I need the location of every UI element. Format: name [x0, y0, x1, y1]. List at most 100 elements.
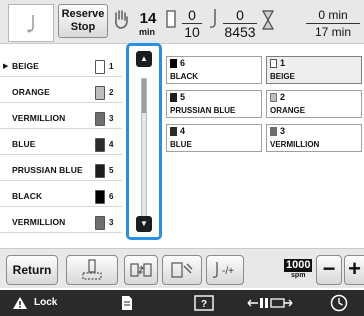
thread-color-chip [270, 59, 277, 68]
thread-cell-name: BEIGE [270, 72, 295, 81]
thread-cell-name: BLUE [170, 140, 192, 149]
footer-bar: Lock ? [0, 290, 364, 316]
thread-spool-icon [95, 216, 105, 230]
scroll-thumb[interactable] [142, 79, 146, 113]
time-to-stop-unit: min [139, 27, 156, 37]
bottom-toolbar: Return -/+ 1000 spm − + [0, 248, 364, 288]
list-item[interactable]: VERMILLION 3 [0, 212, 122, 233]
hand-stop-icon [115, 10, 128, 29]
thread-name: BEIGE [12, 61, 39, 71]
thread-cell[interactable]: 6 BLACK [166, 56, 262, 84]
thread-cell-selected[interactable]: 1 BEIGE [266, 56, 362, 84]
thread-name: VERMILLION [12, 113, 66, 123]
thread-number: 3 [109, 218, 114, 227]
list-item[interactable]: PRUSSIAN BLUE 5 [0, 160, 122, 181]
thread-cell-name: PRUSSIAN BLUE [170, 106, 236, 115]
thread-number: 2 [109, 88, 114, 97]
thread-name: BLACK [12, 191, 43, 201]
thread-number: 1 [109, 62, 114, 71]
thread-spool-icon [95, 190, 105, 204]
thread-cell[interactable]: 5 PRUSSIAN BLUE [166, 90, 262, 118]
list-item[interactable]: BLUE 4 [0, 134, 122, 155]
sewing-time-current: 0 min [306, 8, 360, 24]
thread-spool-icon [95, 164, 105, 178]
trial-button[interactable] [66, 255, 118, 285]
thread-cell[interactable]: 4 BLUE [166, 124, 262, 152]
scroll-track[interactable] [141, 78, 147, 218]
thread-cell-number: 1 [280, 58, 286, 68]
needle-position-display [8, 4, 54, 42]
color-sort-icon [130, 263, 152, 277]
thread-name: BLUE [12, 139, 36, 149]
needle-plus-minus-icon: -/+ [212, 262, 234, 278]
status-bar: Reserve Stop 14 min 0 10 0 8453 0 min 17… [0, 0, 364, 44]
thread-number: 6 [109, 192, 114, 201]
clock-icon[interactable] [330, 294, 348, 312]
thread-cell[interactable]: 2 ORANGE [266, 90, 362, 118]
thread-color-chip [170, 59, 177, 68]
speed-decrease-button[interactable]: − [316, 255, 342, 285]
thread-color-chip [170, 127, 177, 136]
time-to-stop-value: 14 [139, 10, 157, 27]
thread-number: 4 [109, 140, 114, 149]
thread-number: 3 [109, 114, 114, 123]
needle-adjust-button[interactable]: -/+ [206, 255, 244, 285]
svg-text:-/+: -/+ [222, 266, 234, 277]
list-item[interactable]: ORANGE 2 [0, 82, 122, 103]
thread-spool-icon [95, 112, 105, 126]
current-thread-marker: ▶ [3, 63, 9, 70]
thread-cell-number: 6 [180, 58, 186, 68]
thread-change-button[interactable] [162, 255, 202, 285]
stitch-progress: 0 8453 [223, 8, 257, 39]
stitch-progress-total: 8453 [224, 24, 256, 40]
lock-label: Lock [34, 297, 58, 308]
thread-color-chip [170, 93, 177, 102]
speed-unit: spm [291, 272, 306, 279]
thread-spool-icon [166, 10, 176, 28]
thread-color-list[interactable]: ▶ BEIGE 1 ORANGE 2 VERMILLION 3 BLUE 4 P… [0, 56, 122, 238]
color-sort-button[interactable] [124, 255, 158, 285]
sewing-time-progress: 0 min 17 min [306, 8, 360, 39]
thread-change-icon [171, 262, 193, 278]
thread-cell-number: 3 [280, 126, 286, 136]
thread-number: 5 [109, 166, 114, 175]
reserve-stop-button[interactable]: Reserve Stop [58, 4, 108, 38]
hourglass-icon [262, 10, 274, 30]
embroidery-frame-move-icon[interactable] [246, 295, 294, 311]
sewing-time-total: 17 min [314, 25, 352, 39]
thread-cell-name: ORANGE [270, 106, 306, 115]
thread-sequence-grid: 6 BLACK 1 BEIGE 5 PRUSSIAN BLUE 2 ORANGE… [166, 56, 364, 236]
lock-button[interactable]: Lock [0, 290, 74, 316]
speed-value: 1000 [284, 259, 313, 272]
document-icon[interactable] [120, 295, 134, 311]
reserve-stop-label-line2: Stop [70, 21, 96, 33]
thread-cell-name: BLACK [170, 72, 198, 81]
thread-spool-icon [95, 60, 105, 74]
thread-cell[interactable]: 3 VERMILLION [266, 124, 362, 152]
thread-cell-number: 2 [280, 92, 286, 102]
list-item[interactable]: ▶ BEIGE 1 [0, 56, 122, 77]
sewing-speed-display: 1000 spm [284, 259, 313, 279]
stitch-count-icon [209, 9, 216, 28]
thread-color-chip [270, 93, 277, 102]
thread-spool-icon [95, 138, 105, 152]
thread-name: ORANGE [12, 87, 50, 97]
thread-cell-name: VERMILLION [270, 140, 320, 149]
stitch-progress-current: 0 [223, 8, 257, 24]
thread-list-scrollbar[interactable]: ▲ ▼ [126, 43, 162, 240]
thread-spool-icon [95, 86, 105, 100]
thread-name: PRUSSIAN BLUE [12, 165, 83, 175]
needle-icon [27, 15, 34, 33]
speed-increase-button[interactable]: + [344, 255, 364, 285]
scroll-up-button[interactable]: ▲ [136, 51, 152, 67]
warning-icon [13, 297, 27, 309]
thread-cell-number: 5 [180, 92, 186, 102]
presser-foot-icon [82, 259, 102, 280]
list-item[interactable]: BLACK 6 [0, 186, 122, 207]
return-button[interactable]: Return [6, 255, 58, 285]
thread-cell-number: 4 [180, 126, 186, 136]
list-item[interactable]: VERMILLION 3 [0, 108, 122, 129]
color-change-progress: 0 10 [182, 8, 202, 39]
help-icon[interactable]: ? [194, 295, 214, 311]
scroll-down-button[interactable]: ▼ [136, 216, 152, 232]
